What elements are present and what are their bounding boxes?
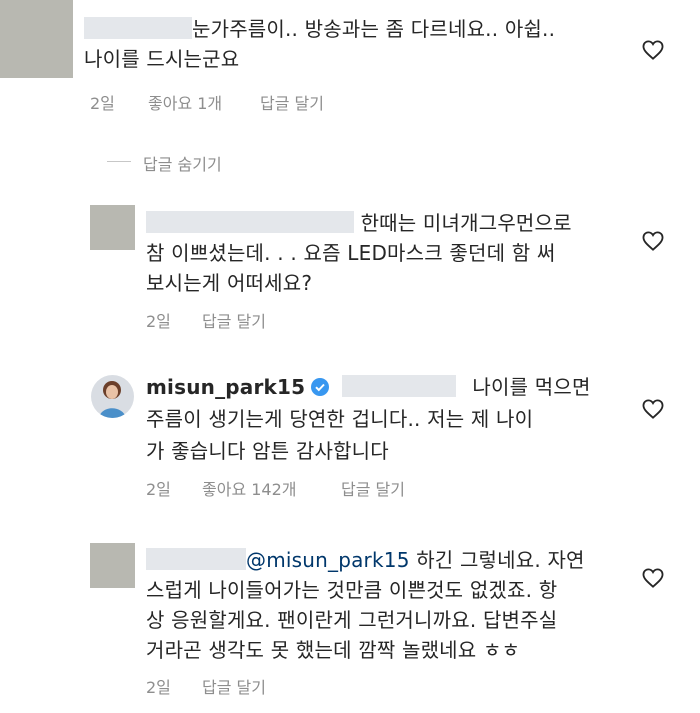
avatar[interactable] [90, 543, 135, 588]
comment-time: 2일 [146, 312, 171, 331]
avatar[interactable] [90, 205, 135, 250]
username[interactable]: misun_park15 [146, 375, 305, 399]
redacted-username [84, 17, 192, 39]
comment-text-line: 가 좋습니다 암튼 감사합니다 [146, 439, 389, 463]
comment-text-line: 참 이쁘셨는데. . . 요즘 LED마스크 좋던데 함 써 [146, 241, 556, 265]
redacted-username [146, 548, 246, 570]
reply-button[interactable]: 답글 달기 [202, 674, 266, 698]
comment-text-line: 보시는게 어떠세요? [146, 271, 313, 295]
heart-outline-icon[interactable] [642, 231, 664, 251]
comment-time: 2일 [146, 480, 171, 499]
comment-likes[interactable]: 좋아요 142개 [202, 476, 297, 500]
comment-text-line: 눈가주름이.. 방송과는 좀 다르네요.. 아쉽.. [192, 17, 556, 41]
reply-button[interactable]: 답글 달기 [202, 308, 266, 332]
heart-outline-icon[interactable] [642, 399, 664, 419]
avatar[interactable] [91, 375, 134, 418]
comment-time: 2일 [90, 94, 115, 113]
comment-time: 2일 [146, 678, 171, 697]
comment-text-line: 하긴 그렇네요. 자연 [416, 548, 585, 572]
reply-button[interactable]: 답글 달기 [260, 90, 324, 114]
comment-likes[interactable]: 좋아요 1개 [148, 90, 222, 114]
comment-text-line: 나이를 드시는군요 [84, 47, 240, 71]
comment-text-line: 한때는 미녀개그우먼으로 [360, 211, 572, 235]
hide-replies-button[interactable]: 답글 숨기기 [143, 151, 222, 175]
comment-text-line: 주름이 생기는게 당연한 겁니다.. 저는 제 나이 [146, 407, 534, 431]
redacted-username [341, 375, 456, 397]
comment-text-line: 스럽게 나이들어가는 것만큼 이쁜것도 없겠죠. 항 [146, 578, 558, 602]
verified-badge-icon [311, 378, 330, 396]
comment-text-line: 나이를 먹으면 [472, 375, 591, 399]
redacted-username [146, 211, 354, 233]
heart-outline-icon[interactable] [642, 40, 664, 60]
avatar[interactable] [0, 0, 73, 78]
reply-button[interactable]: 답글 달기 [341, 476, 405, 500]
mention-link[interactable]: @misun_park15 [246, 548, 410, 572]
comment-text-line: 상 응원할게요. 팬이란게 그런거니까요. 답변주실 [146, 608, 558, 632]
divider [107, 161, 131, 162]
heart-outline-icon[interactable] [642, 568, 664, 588]
comment-text-line: 거라곤 생각도 못 했는데 깜짝 놀랬네요 ㅎㅎ [146, 638, 521, 662]
